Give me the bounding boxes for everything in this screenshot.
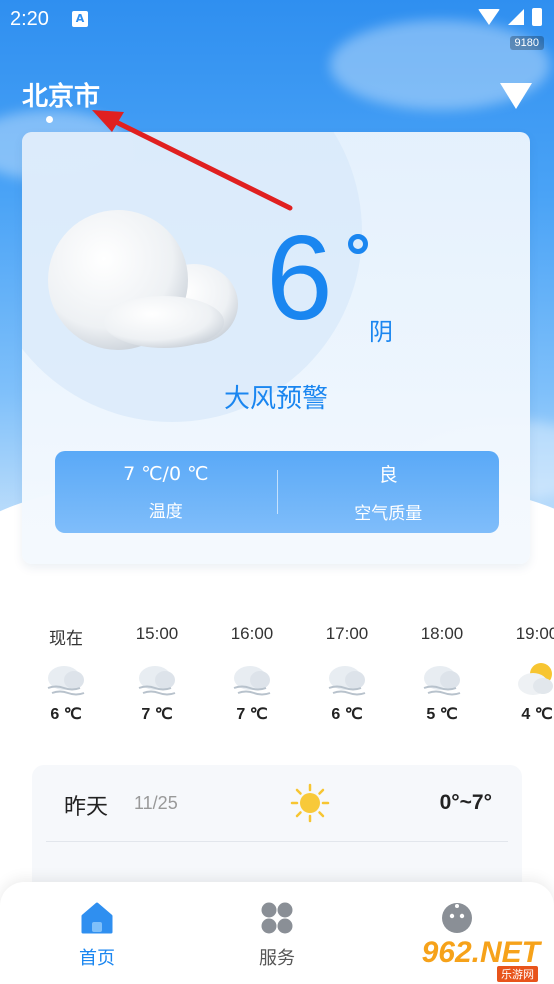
page-indicator-dot bbox=[46, 116, 53, 123]
hour-temperature: 4 ℃ bbox=[521, 706, 553, 723]
watermark-subtext: 乐游网 bbox=[497, 966, 538, 982]
watermark: 962.NET 乐游网 bbox=[408, 936, 548, 982]
hour-time: 19:00 bbox=[515, 624, 554, 643]
day-name: 昨天 bbox=[64, 795, 109, 820]
hour-item: 18:00 5 ℃ bbox=[402, 624, 482, 724]
degree-icon bbox=[348, 234, 368, 254]
cloudy-icon bbox=[117, 652, 197, 704]
hour-time: 17:00 bbox=[325, 624, 369, 643]
temperature-range-cell: 7 ℃/0 ℃ 温度 bbox=[55, 463, 277, 522]
daily-forecast-card: 昨天 11/25 0°~7° bbox=[32, 765, 522, 895]
cloudy-icon bbox=[307, 652, 387, 704]
hour-item: 19:00 4 ℃ bbox=[497, 624, 554, 724]
partly-cloudy-icon bbox=[497, 652, 554, 704]
notification-app-icon: A bbox=[72, 11, 88, 27]
cloudy-icon bbox=[26, 652, 106, 704]
air-quality-cell[interactable]: 良 空气质量 bbox=[278, 460, 500, 524]
hour-time: 16:00 bbox=[230, 624, 274, 643]
hour-time: 15:00 bbox=[135, 624, 179, 643]
hour-time: 18:00 bbox=[420, 624, 464, 643]
hourly-forecast[interactable]: 现在 6 ℃ 15:00 7 ℃ 16:00 7 ℃ 17:00 6 ℃ 18:… bbox=[0, 624, 554, 744]
current-temperature: 6 bbox=[266, 211, 333, 345]
current-weather-card: 6 阴 大风预警 7 ℃/0 ℃ 温度 良 空气质量 bbox=[22, 132, 530, 564]
status-bar: 2:20 A 9180 bbox=[0, 0, 554, 50]
air-quality-label: 空气质量 bbox=[354, 504, 423, 524]
air-quality-value: 良 bbox=[378, 464, 398, 486]
cloud-icon bbox=[48, 210, 238, 350]
hour-time: 现在 bbox=[49, 629, 83, 648]
status-time: 2:20 bbox=[10, 8, 49, 30]
status-badge: 9180 bbox=[509, 36, 544, 50]
city-name[interactable]: 北京市 bbox=[22, 76, 100, 113]
hour-item: 17:00 6 ℃ bbox=[307, 624, 387, 724]
triangle-down-icon[interactable] bbox=[500, 83, 532, 109]
hour-temperature: 6 ℃ bbox=[50, 706, 82, 723]
weather-warning[interactable]: 大风预警 bbox=[22, 378, 530, 415]
hour-item: 15:00 7 ℃ bbox=[117, 624, 197, 724]
cloudy-icon bbox=[402, 652, 482, 704]
hour-temperature: 5 ℃ bbox=[426, 706, 458, 723]
temperature-range-label: 温度 bbox=[148, 501, 183, 522]
grid-icon bbox=[259, 900, 295, 936]
day-date: 11/25 bbox=[134, 793, 178, 813]
nav-services-label: 服务 bbox=[259, 948, 295, 969]
temperature-range-value: 7 ℃/0 ℃ bbox=[123, 462, 209, 485]
nav-home-label: 首页 bbox=[79, 948, 115, 969]
home-icon bbox=[79, 900, 115, 936]
weather-info-bar: 7 ℃/0 ℃ 温度 良 空气质量 bbox=[55, 451, 499, 533]
battery-icon bbox=[532, 8, 542, 26]
hour-item: 现在 6 ℃ bbox=[26, 624, 106, 724]
watermark-logo: 962.NET bbox=[421, 936, 540, 969]
weather-condition: 阴 bbox=[369, 318, 393, 346]
hour-temperature: 7 ℃ bbox=[236, 706, 268, 723]
system-icons bbox=[478, 8, 542, 26]
cloudy-icon bbox=[212, 652, 292, 704]
signal-icon bbox=[508, 9, 524, 25]
day-temperature-range: 0°~7° bbox=[439, 791, 492, 814]
hour-temperature: 6 ℃ bbox=[331, 706, 363, 723]
row-divider bbox=[46, 841, 508, 842]
nav-services[interactable]: 服务 bbox=[222, 900, 332, 970]
nav-home[interactable]: 首页 bbox=[42, 900, 152, 970]
hour-item: 16:00 7 ℃ bbox=[212, 624, 292, 724]
hour-temperature: 7 ℃ bbox=[141, 706, 173, 723]
mascot-icon bbox=[439, 900, 475, 936]
wifi-icon bbox=[478, 9, 500, 25]
sun-icon bbox=[290, 783, 330, 823]
